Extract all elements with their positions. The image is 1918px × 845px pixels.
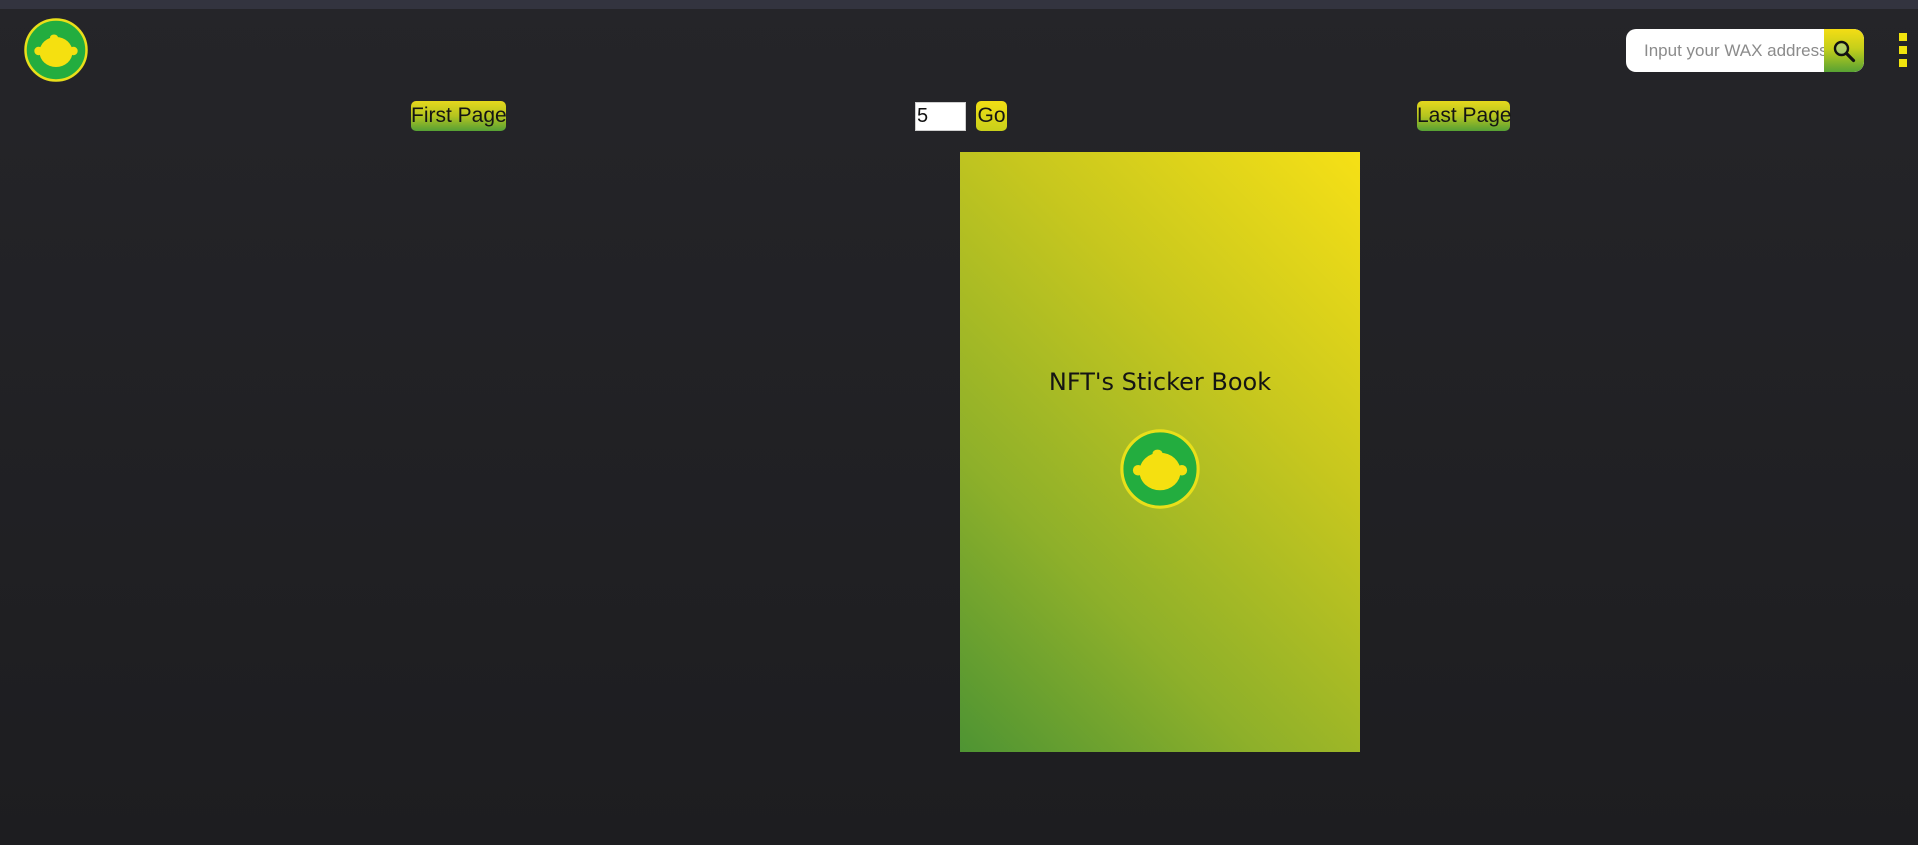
search-icon [1833,40,1856,62]
kebab-menu-icon[interactable] [1899,33,1908,67]
book-logo [1120,429,1200,509]
book-title: NFT's Sticker Book [1048,368,1272,396]
monkey-head-logo-icon [24,18,88,82]
monkey-head-logo-icon [1120,429,1200,509]
menu-dot [1899,33,1907,41]
search-button[interactable] [1824,29,1864,72]
search-box [1626,29,1864,72]
top-strip [0,0,1918,9]
menu-dot [1899,46,1907,54]
last-page-button[interactable]: Last Page [1417,101,1512,131]
site-logo[interactable] [24,18,88,82]
first-page-button[interactable]: First Page [411,101,507,131]
sticker-book-cover[interactable]: NFT's Sticker Book [960,152,1360,752]
menu-dot [1899,59,1907,67]
wax-address-input[interactable] [1626,29,1824,72]
page-number-input[interactable] [915,102,966,131]
go-button[interactable]: Go [976,101,1007,131]
